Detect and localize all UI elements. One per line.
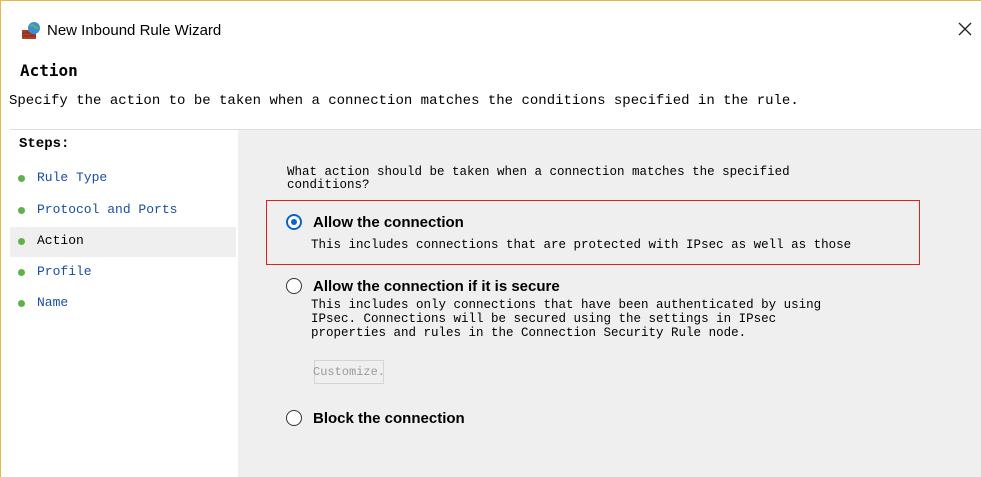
option-allow-if-secure-desc: IPsec. Connections will be secured using… (311, 312, 777, 326)
page-description: Specify the action to be taken when a co… (9, 93, 799, 109)
wizard-header: Action Specify the action to be taken wh… (1, 49, 981, 129)
close-icon (958, 22, 972, 36)
radio-allow-if-secure[interactable] (286, 278, 302, 294)
step-label: Rule Type (37, 170, 108, 185)
step-protocol-and-ports[interactable]: Protocol and Ports (10, 196, 236, 226)
step-label: Profile (37, 264, 92, 279)
step-rule-type[interactable]: Rule Type (10, 164, 236, 194)
step-name[interactable]: Name (10, 289, 236, 319)
option-allow-if-secure-desc: properties and rules in the Connection S… (311, 326, 747, 340)
steps-heading: Steps: (19, 136, 70, 152)
action-question: What action should be taken when a conne… (287, 166, 907, 192)
step-bullet-icon (18, 175, 25, 182)
question-line: conditions? (287, 178, 370, 192)
step-bullet-icon (18, 207, 25, 214)
step-bullet-icon (18, 269, 25, 276)
page-title: Action (20, 61, 78, 80)
step-bullet-icon (18, 238, 25, 245)
window-title: New Inbound Rule Wizard (47, 22, 222, 39)
step-label: Protocol and Ports (37, 202, 178, 217)
step-action[interactable]: Action (10, 227, 236, 257)
option-allow-if-secure-desc: This includes only connections that have… (311, 298, 822, 312)
option-allow-if-secure-label[interactable]: Allow the connection if it is secure (313, 278, 560, 295)
question-line: What action should be taken when a conne… (287, 165, 790, 179)
highlight-box (266, 200, 920, 265)
content-panel: What action should be taken when a conne… (238, 129, 981, 477)
option-allow-connection-label[interactable]: Allow the connection (313, 214, 464, 231)
wizard-window: New Inbound Rule Wizard Action Specify t… (0, 0, 981, 477)
option-allow-connection-desc: This includes connections that are prote… (311, 238, 852, 252)
step-label: Action (37, 233, 84, 248)
steps-panel: Steps: Rule Type Protocol and Ports Acti… (10, 129, 238, 477)
step-label: Name (37, 295, 69, 310)
customize-button[interactable]: Customize. (313, 360, 385, 384)
radio-allow-connection[interactable] (286, 214, 302, 230)
step-bullet-icon (18, 300, 25, 307)
step-profile[interactable]: Profile (10, 258, 236, 288)
option-block-connection-label[interactable]: Block the connection (313, 410, 465, 427)
firewall-icon (21, 21, 41, 41)
title-bar: New Inbound Rule Wizard (1, 1, 981, 45)
radio-block-connection[interactable] (286, 410, 302, 426)
close-button[interactable] (951, 15, 979, 43)
